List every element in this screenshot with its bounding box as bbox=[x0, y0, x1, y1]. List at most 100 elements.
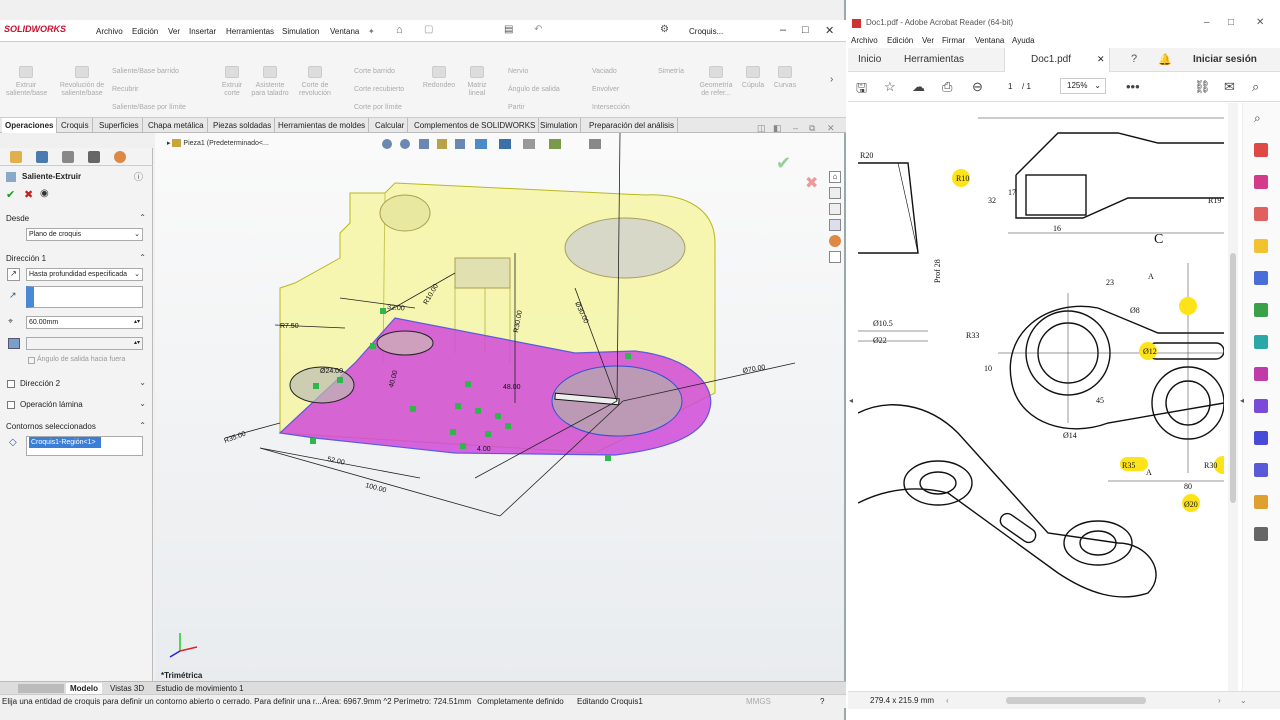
notification-bell-icon[interactable]: 🔔 bbox=[1158, 53, 1172, 66]
depth-input[interactable]: 60.00mm ▴▾ bbox=[26, 316, 143, 329]
help-icon[interactable]: ⓘ bbox=[134, 170, 143, 183]
compress-pdf-icon[interactable] bbox=[1254, 335, 1268, 349]
extrude-boss-button[interactable]: Extruir saliente/base bbox=[6, 66, 47, 98]
tab-vistas-3d[interactable]: Vistas 3D bbox=[106, 683, 148, 694]
status-help-icon[interactable]: ? bbox=[820, 695, 824, 708]
menu-archivo[interactable]: Archivo bbox=[96, 27, 123, 36]
tab-simulation[interactable]: Simulation bbox=[537, 118, 582, 133]
maximize-icon[interactable]: □ bbox=[1228, 14, 1234, 32]
swept-boss-button[interactable]: Saliente/Base barrido bbox=[112, 68, 179, 76]
edit-pdf-icon[interactable] bbox=[1254, 175, 1268, 189]
slot-arc[interactable] bbox=[376, 330, 434, 356]
print-icon[interactable]: ▤ bbox=[504, 24, 513, 35]
protect-icon[interactable] bbox=[1254, 431, 1268, 445]
menu-ventana[interactable]: Ventana bbox=[330, 27, 359, 36]
create-pdf-icon[interactable] bbox=[1254, 143, 1268, 157]
ok-check-icon[interactable]: ✔ bbox=[6, 188, 15, 201]
loft-button[interactable]: Recubrir bbox=[112, 86, 138, 94]
undo-icon[interactable]: ↶ bbox=[534, 24, 542, 35]
help-icon[interactable]: ? bbox=[1131, 53, 1137, 65]
chevron-up-icon[interactable]: ⌃ bbox=[139, 213, 146, 222]
pin-icon[interactable]: ✦ bbox=[368, 27, 375, 36]
intersect-button[interactable]: Intersección bbox=[592, 104, 630, 112]
property-manager-icon[interactable] bbox=[36, 151, 48, 163]
email-icon[interactable]: ✉ bbox=[1224, 79, 1235, 95]
chevron-up-icon[interactable]: ⌃ bbox=[139, 253, 146, 262]
mirror-button[interactable]: Simetría bbox=[658, 68, 684, 76]
minimize-icon[interactable]: – bbox=[780, 24, 786, 36]
export-pdf-icon[interactable] bbox=[1254, 207, 1268, 221]
direction-selection-box[interactable] bbox=[26, 286, 143, 308]
menu-insertar[interactable]: Insertar bbox=[189, 27, 216, 36]
draft-toggle-icon[interactable] bbox=[8, 338, 20, 349]
section-desde[interactable]: Desde bbox=[6, 214, 29, 223]
configuration-icon[interactable] bbox=[62, 151, 74, 163]
thin-feature-checkbox[interactable] bbox=[7, 401, 15, 409]
scroll-down-icon[interactable]: ⌄ bbox=[1240, 692, 1247, 710]
collapse-pane-arrow-icon[interactable]: ◂ bbox=[1240, 396, 1244, 405]
menu-ver[interactable]: Ver bbox=[922, 36, 934, 45]
shell-button[interactable]: Vaciado bbox=[592, 68, 617, 76]
section-operacion-lamina[interactable]: Operación lámina bbox=[20, 400, 83, 409]
tab-croquis[interactable]: Croquis bbox=[58, 118, 93, 133]
split-button[interactable]: Partir bbox=[508, 104, 525, 112]
tab-piezas-soldadas[interactable]: Piezas soldadas bbox=[210, 118, 276, 133]
link-icon[interactable]: ⛓ bbox=[1194, 79, 1211, 95]
chevron-up-icon[interactable]: ⌃ bbox=[139, 421, 146, 430]
certificates-icon[interactable] bbox=[1254, 463, 1268, 477]
extrude-cut-button[interactable]: Extruir corte bbox=[216, 66, 248, 98]
vertical-scrollbar[interactable] bbox=[1228, 103, 1238, 691]
tab-doc1[interactable]: Doc1.pdf ✕ bbox=[1004, 48, 1110, 72]
section-contornos[interactable]: Contornos seleccionados bbox=[6, 422, 96, 431]
solidworks-logo[interactable]: SOLIDWORKS bbox=[4, 24, 66, 34]
feature-tree-icon[interactable] bbox=[10, 151, 22, 163]
scroll-thumb[interactable] bbox=[1230, 253, 1236, 503]
options-gear-icon[interactable]: ⚙ bbox=[660, 24, 669, 35]
hole-wizard-button[interactable]: Asistente para taladro bbox=[248, 66, 292, 98]
draft-button[interactable]: Ángulo de salida bbox=[508, 86, 560, 94]
preview-eye-icon[interactable]: ◉ bbox=[40, 188, 49, 199]
tab-operaciones[interactable]: Operaciones bbox=[2, 118, 58, 133]
spinner-icon[interactable]: ▴▾ bbox=[134, 317, 140, 328]
tab-calcular[interactable]: Calcular bbox=[372, 118, 409, 133]
rib-button[interactable]: Nervio bbox=[508, 68, 528, 76]
close-icon[interactable]: ✕ bbox=[1256, 14, 1264, 32]
status-units[interactable]: MMGS bbox=[746, 695, 771, 708]
reverse-direction-icon[interactable]: ↗ bbox=[7, 268, 20, 281]
direccion-2-checkbox[interactable] bbox=[7, 380, 15, 388]
close-icon[interactable]: ✕ bbox=[825, 24, 834, 37]
chevron-down-icon[interactable]: ⌄ bbox=[139, 399, 146, 408]
zoom-out-icon[interactable]: ⊖ bbox=[972, 79, 983, 95]
chevron-down-icon[interactable]: ⌄ bbox=[139, 378, 146, 387]
organize-pages-icon[interactable] bbox=[1254, 303, 1268, 317]
menu-edicion[interactable]: Edición bbox=[132, 27, 158, 36]
scroll-right-icon[interactable]: › bbox=[1218, 692, 1221, 710]
menu-simulation[interactable]: Simulation bbox=[282, 27, 319, 36]
draft-angle-input[interactable]: ▴▾ bbox=[26, 337, 143, 350]
end-condition-select[interactable]: Hasta profundidad especificada ⌄ bbox=[26, 268, 143, 281]
more-tools-icon[interactable] bbox=[1254, 527, 1268, 541]
tab-modelo[interactable]: Modelo bbox=[66, 683, 102, 694]
tab-chapa-metalica[interactable]: Chapa metálica bbox=[145, 118, 208, 133]
menu-ver[interactable]: Ver bbox=[168, 27, 180, 36]
tab-estudio-movimiento[interactable]: Estudio de movimiento 1 bbox=[152, 683, 248, 694]
boundary-boss-button[interactable]: Saliente/Base por límite bbox=[112, 104, 186, 112]
search-icon[interactable]: ⌕ bbox=[1252, 79, 1259, 95]
revolve-boss-button[interactable]: Revolución de saliente/base bbox=[58, 66, 106, 98]
comment-icon[interactable] bbox=[1254, 239, 1268, 253]
more-options-icon[interactable]: ••• bbox=[1126, 79, 1140, 94]
bookmark-star-icon[interactable]: ☆ bbox=[884, 79, 896, 95]
boundary-cut-button[interactable]: Corte por límite bbox=[354, 104, 402, 112]
tab-preparacion-analisis[interactable]: Preparación del análisis bbox=[586, 118, 678, 133]
graphics-area[interactable]: ▸ Pieza1 (Predeterminado<... ◫ ◧ – ⧉ ✕ ✔… bbox=[155, 123, 844, 681]
stamp-icon[interactable] bbox=[1254, 495, 1268, 509]
contours-list[interactable]: Croquis1-Región<1> bbox=[26, 436, 143, 456]
left-panel-arrow-icon[interactable]: ◂ bbox=[849, 396, 853, 405]
swept-cut-button[interactable]: Corte barrido bbox=[354, 68, 395, 76]
cancel-x-icon[interactable]: ✖ bbox=[24, 188, 33, 201]
tab-scroll-arrows[interactable] bbox=[18, 684, 64, 693]
minimize-icon[interactable]: – bbox=[1204, 14, 1210, 32]
menu-ventana[interactable]: Ventana bbox=[975, 36, 1004, 45]
new-file-icon[interactable]: ▢ bbox=[424, 24, 433, 35]
curves-button[interactable]: Curvas bbox=[770, 66, 800, 90]
